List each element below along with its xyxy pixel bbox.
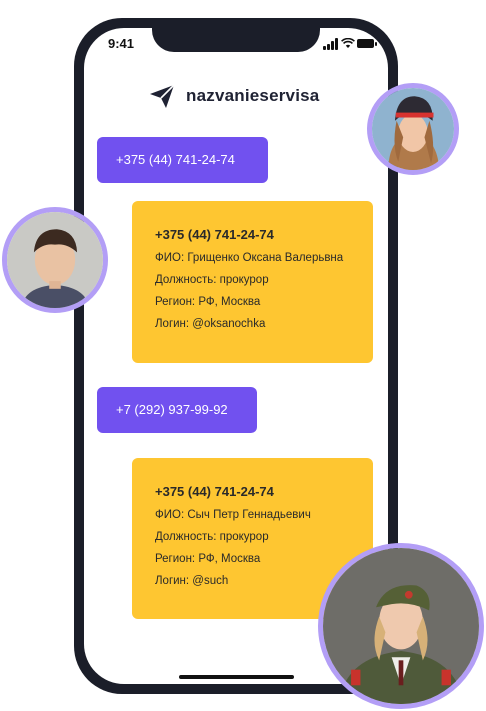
result-login: Логин: @such <box>155 575 229 587</box>
result-fio: ФИО: Сыч Петр Геннадьевич <box>155 509 311 521</box>
phone-notch <box>152 18 320 52</box>
result-position: Должность: прокурор <box>155 274 269 286</box>
avatar-photo <box>372 88 454 170</box>
status-time: 9:41 <box>108 36 135 51</box>
result-phone: +375 (44) 741-24-74 <box>155 484 274 499</box>
result-position: Должность: прокурор <box>155 531 269 543</box>
wifi-icon <box>341 38 355 48</box>
signal-bar <box>331 41 334 50</box>
battery-icon <box>357 39 377 48</box>
home-indicator[interactable] <box>179 675 294 679</box>
result-region: Регион: РФ, Москва <box>155 553 261 565</box>
paper-plane-icon <box>150 84 175 108</box>
signal-bar <box>335 38 338 50</box>
avatar-woman-cap <box>367 83 459 175</box>
avatar-woman-uniform <box>318 543 484 709</box>
query-bubble[interactable]: +7 (292) 937-99-92 <box>97 387 257 433</box>
result-region: Регион: РФ, Москва <box>155 296 261 308</box>
result-card: +375 (44) 741-24-74 ФИО: Грищенко Оксана… <box>132 201 373 363</box>
signal-icon <box>323 46 326 50</box>
avatar-young-man <box>2 207 108 313</box>
brand-name: nazvanieservisa <box>186 86 320 105</box>
avatar-photo <box>323 548 479 704</box>
result-login: Логин: @oksanochka <box>155 318 266 330</box>
status-icons <box>323 38 377 50</box>
brand-logo: nazvanieservisa <box>148 82 319 110</box>
result-fio: ФИО: Грищенко Оксана Валерьвна <box>155 252 344 264</box>
result-phone: +375 (44) 741-24-74 <box>155 227 274 242</box>
query-bubble[interactable]: +375 (44) 741-24-74 <box>97 137 268 183</box>
avatar-photo <box>7 212 103 308</box>
signal-bar <box>327 44 330 50</box>
